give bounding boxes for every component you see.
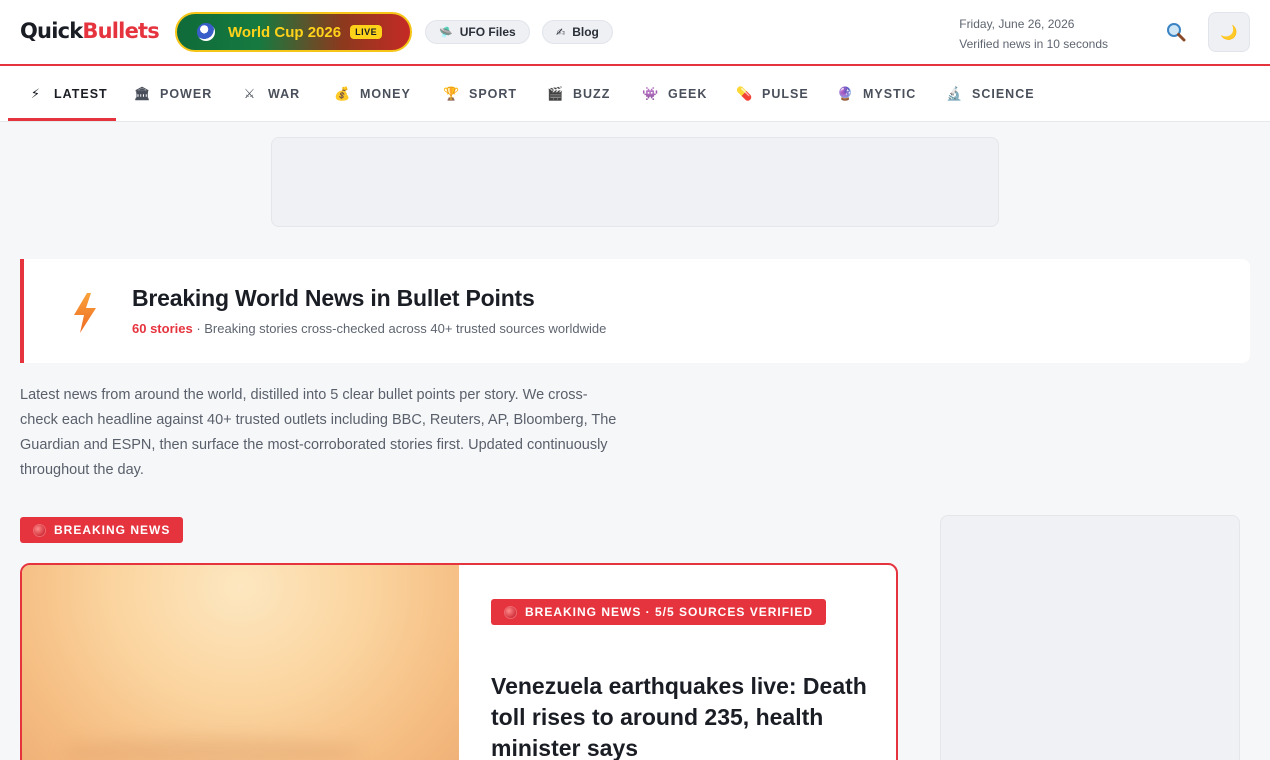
featured-story-card[interactable]: BREAKING NEWS · 5/5 SOURCES VERIFIED Ven… bbox=[20, 563, 898, 760]
current-date: Friday, June 26, 2026 bbox=[959, 17, 1075, 31]
page-subtitle: 60 stories · Breaking stories cross-chec… bbox=[132, 321, 606, 336]
pill-icon: 💊 bbox=[736, 86, 754, 101]
ufo-files-label: UFO Files bbox=[459, 25, 516, 39]
nav-tab-latest[interactable]: ⚡ LATEST bbox=[28, 66, 108, 122]
nav-tab-pulse[interactable]: 💊 PULSE bbox=[736, 66, 809, 122]
swords-icon: ⚔ bbox=[243, 86, 257, 101]
nav-tab-science[interactable]: 🔬 SCIENCE bbox=[946, 66, 1035, 122]
intro-paragraph: Latest news from around the world, disti… bbox=[20, 387, 617, 478]
nav-label: MYSTIC bbox=[863, 87, 917, 101]
active-tab-indicator bbox=[8, 118, 116, 121]
lightning-icon bbox=[74, 293, 96, 333]
nav-tab-money[interactable]: 💰 MONEY bbox=[334, 66, 411, 122]
site-logo[interactable]: QuickBullets bbox=[20, 19, 160, 43]
nav-tab-buzz[interactable]: 🎬 BUZZ bbox=[547, 66, 610, 122]
date-block: Friday, June 26, 2026 Verified news in 1… bbox=[959, 14, 1108, 54]
nav-label: LATEST bbox=[54, 87, 108, 101]
nav-tab-war[interactable]: ⚔ WAR bbox=[242, 66, 300, 122]
blog-label: Blog bbox=[572, 25, 599, 39]
red-dot-icon bbox=[505, 606, 516, 618]
alien-monster-icon: 👾 bbox=[642, 86, 660, 101]
nav-label: SCIENCE bbox=[972, 87, 1035, 101]
story-headline[interactable]: Venezuela earthquakes live: Death toll r… bbox=[491, 671, 871, 760]
red-dot-icon bbox=[34, 524, 45, 536]
live-badge: LIVE bbox=[350, 25, 383, 39]
moon-icon: 🌙 bbox=[1220, 23, 1238, 40]
search-button[interactable] bbox=[1166, 22, 1186, 42]
nav-label: WAR bbox=[268, 87, 301, 101]
ufo-files-link[interactable]: 🛸 UFO Files bbox=[425, 20, 530, 44]
crystal-ball-icon: 🔮 bbox=[837, 86, 855, 101]
money-bag-icon: 💰 bbox=[334, 86, 352, 101]
logo-text-quick: Quick bbox=[20, 19, 83, 43]
nav-label: SPORT bbox=[469, 87, 518, 101]
soccer-ball-icon bbox=[197, 23, 215, 41]
page-title: Breaking World News in Bullet Points bbox=[132, 285, 535, 311]
breaking-news-text: BREAKING NEWS bbox=[54, 523, 171, 537]
clapperboard-icon: 🎬 bbox=[547, 86, 565, 101]
page-title-card: Breaking World News in Bullet Points 60 … bbox=[20, 259, 1250, 363]
nav-tab-power[interactable]: 🏛 POWER bbox=[134, 66, 212, 122]
theme-toggle-button[interactable]: 🌙 bbox=[1208, 12, 1250, 52]
nav-tab-sport[interactable]: 🏆 SPORT bbox=[443, 66, 517, 122]
site-header: QuickBullets World Cup 2026 LIVE 🛸 UFO F… bbox=[0, 0, 1270, 66]
search-icon bbox=[1167, 23, 1186, 42]
breaking-news-label: BREAKING NEWS bbox=[20, 517, 184, 543]
nav-label: GEEK bbox=[668, 87, 708, 101]
nav-tab-geek[interactable]: 👾 GEEK bbox=[642, 66, 707, 122]
microscope-icon: 🔬 bbox=[946, 86, 964, 101]
world-cup-button[interactable]: World Cup 2026 LIVE bbox=[175, 12, 412, 52]
verified-badge-text: BREAKING NEWS · 5/5 SOURCES VERIFIED bbox=[525, 605, 814, 619]
subtitle-text: · Breaking stories cross-checked across … bbox=[192, 321, 607, 336]
story-image bbox=[22, 565, 459, 760]
top-ad-slot bbox=[271, 137, 999, 227]
nav-label: MONEY bbox=[360, 87, 411, 101]
nav-label: PULSE bbox=[762, 87, 809, 101]
nav-label: POWER bbox=[160, 87, 213, 101]
category-nav: ⚡ LATEST 🏛 POWER ⚔ WAR 💰 MONEY 🏆 SPORT 🎬 BUZZ … bbox=[0, 66, 1270, 122]
tagline: Verified news in 10 seconds bbox=[959, 37, 1108, 51]
ufo-icon: 🛸 bbox=[439, 26, 453, 39]
sidebar-ad-slot bbox=[940, 515, 1240, 760]
nav-tab-mystic[interactable]: 🔮 MYSTIC bbox=[837, 66, 916, 122]
logo-text-bullets: Bullets bbox=[82, 19, 159, 43]
nav-label: BUZZ bbox=[573, 87, 611, 101]
story-count: 60 stories bbox=[132, 321, 193, 336]
writing-hand-icon: ✍ bbox=[556, 26, 566, 39]
verified-badge: BREAKING NEWS · 5/5 SOURCES VERIFIED bbox=[491, 599, 827, 625]
building-icon: 🏛 bbox=[134, 86, 152, 101]
trophy-icon: 🏆 bbox=[443, 86, 461, 101]
lightning-icon: ⚡ bbox=[30, 86, 42, 101]
blog-link[interactable]: ✍ Blog bbox=[542, 20, 613, 44]
world-cup-label: World Cup 2026 bbox=[228, 23, 342, 41]
